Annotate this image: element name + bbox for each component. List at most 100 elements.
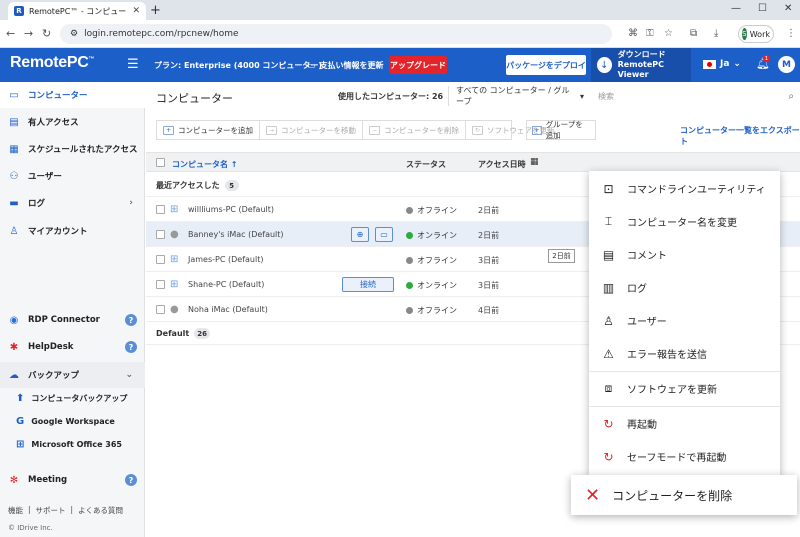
menu-item-command-line[interactable]: ⊡ コマンドラインユーティリティ bbox=[589, 172, 780, 205]
row-checkbox[interactable] bbox=[156, 230, 165, 239]
row-checkbox[interactable] bbox=[156, 255, 165, 264]
deploy-package-button[interactable]: パッケージをデプロイ bbox=[506, 55, 586, 75]
row-checkbox[interactable] bbox=[156, 280, 165, 289]
update-payment-link[interactable]: ▭ 支払い情報を更新 bbox=[308, 60, 384, 71]
remotepc-logo[interactable]: RemotePC™ bbox=[10, 54, 95, 72]
menu-item-label: セーフモードで再起動 bbox=[627, 453, 727, 464]
menu-item-label: ユーザー bbox=[627, 317, 667, 328]
menu-item-comment[interactable]: ▤ コメント bbox=[589, 238, 780, 271]
notification-bell-icon[interactable]: 🔔︎ 1 bbox=[756, 55, 770, 70]
status-cell: オフライン bbox=[406, 305, 457, 316]
backup-upload-icon: ⬆ bbox=[16, 392, 25, 404]
language-label: Ja bbox=[720, 59, 730, 69]
app-header: RemotePC™ ☰ プラン: Enterprise (4000 コンピュータ… bbox=[0, 48, 800, 82]
sidebar-item-rdp[interactable]: ◉ RDP Connector ? bbox=[0, 307, 145, 333]
row-checkbox[interactable] bbox=[156, 305, 165, 314]
add-computer-button[interactable]: + コンピューターを追加 bbox=[157, 121, 260, 139]
web-access-icon[interactable]: ⊕ bbox=[351, 227, 369, 242]
language-selector[interactable]: Ja ⌄ bbox=[703, 59, 741, 69]
sidebar-item-label: ユーザー bbox=[28, 172, 62, 182]
extensions-icon[interactable]: ⧉ bbox=[690, 28, 697, 39]
group-filter-dropdown[interactable]: すべての コンピューター / グループ ▾ bbox=[448, 86, 584, 106]
back-icon[interactable]: ← bbox=[6, 27, 15, 40]
new-tab-icon[interactable]: + bbox=[150, 3, 161, 18]
card-icon: ▭ bbox=[308, 61, 316, 70]
sidebar-item-attended[interactable]: ▤ 有人アクセス bbox=[0, 109, 145, 135]
footer-link[interactable]: 機能 bbox=[8, 505, 23, 516]
computer-name: Banney's iMac (Default) bbox=[188, 230, 284, 239]
user-avatar[interactable]: M bbox=[778, 56, 795, 73]
delete-computer-button[interactable]: − コンピューターを削除 bbox=[363, 121, 466, 139]
add-group-button[interactable]: + グループを追加 bbox=[526, 120, 596, 140]
footer-link[interactable]: サポート bbox=[36, 505, 66, 516]
online-dot bbox=[406, 282, 413, 289]
menu-item-log[interactable]: ▥ ログ bbox=[589, 271, 780, 304]
sidebar-item-logs[interactable]: ▬ ログ › bbox=[0, 190, 145, 216]
menu-item-label: ソフトウェアを更新 bbox=[627, 385, 717, 396]
maximize-icon[interactable]: ☐ bbox=[758, 3, 767, 14]
menu-item-restart[interactable]: ↻ 再起動 bbox=[589, 407, 780, 440]
translate-icon[interactable]: ⌘ bbox=[628, 28, 638, 39]
column-name-header[interactable]: コンピュータ名 ↑ bbox=[172, 159, 238, 170]
sidebar-subitem-office365[interactable]: ⊞ Microsoft Office 365 bbox=[0, 433, 145, 455]
key-icon[interactable]: ⚿ bbox=[646, 28, 654, 39]
used-computers-label: 使用したコンピューター: 26 bbox=[338, 92, 444, 101]
menu-item-send-error[interactable]: ⚠ エラー報告を送信 bbox=[589, 337, 780, 370]
window-close-icon[interactable]: ✕ bbox=[784, 3, 792, 14]
help-icon[interactable]: ? bbox=[125, 341, 137, 353]
column-access-header[interactable]: アクセス日時 bbox=[478, 159, 526, 170]
menu-item-safe-mode-restart[interactable]: ↻ セーフモードで再起動 bbox=[589, 440, 780, 473]
connect-button[interactable]: 接続 bbox=[342, 277, 394, 292]
connect-monitor-icon[interactable]: ▭ bbox=[375, 227, 393, 242]
browser-menu-icon[interactable]: ⋮ bbox=[786, 28, 796, 39]
url-field[interactable]: ⚙ login.remotepc.com/rpcnew/home bbox=[60, 24, 612, 44]
minimize-icon[interactable]: — bbox=[731, 3, 741, 14]
sidebar-item-backup[interactable]: ☁ バックアップ ⌄ bbox=[0, 362, 145, 388]
access-time: 4日前 bbox=[478, 306, 500, 315]
calendar-icon[interactable]: ▦ bbox=[530, 157, 539, 167]
help-icon[interactable]: ? bbox=[125, 314, 137, 326]
sidebar-item-scheduled[interactable]: ▦ スケジュールされたアクセス bbox=[0, 136, 145, 162]
sidebar-subitem-google[interactable]: G Google Workspace bbox=[0, 410, 145, 432]
sidebar-subitem-computer-backup[interactable]: ⬆ コンピュータバックアップ bbox=[0, 387, 145, 409]
site-info-icon[interactable]: ⚙ bbox=[70, 29, 78, 39]
row-checkbox[interactable] bbox=[156, 205, 165, 214]
column-status-header: ステータス bbox=[406, 160, 446, 169]
upgrade-button[interactable]: アップグレード bbox=[389, 56, 447, 74]
help-icon[interactable]: ? bbox=[125, 474, 137, 486]
forward-icon[interactable]: → bbox=[24, 27, 33, 40]
menu-item-users[interactable]: ♙ ユーザー bbox=[589, 304, 780, 337]
hamburger-menu-icon[interactable]: ☰ bbox=[127, 57, 139, 72]
copyright: © IDrive Inc. bbox=[8, 524, 53, 532]
sidebar-item-meeting[interactable]: ✻ Meeting ? bbox=[0, 467, 145, 493]
move-computer-button[interactable]: → コンピューターを移動 bbox=[260, 121, 363, 139]
sidebar-item-account[interactable]: ♙ マイアカウント bbox=[0, 218, 145, 244]
browser-tabbar: R RemotePC™ - コンピューター ✕ + — ☐ ✕ bbox=[0, 0, 800, 20]
group-count-badge: 5 bbox=[224, 180, 239, 191]
tab-close-icon[interactable]: ✕ bbox=[132, 6, 140, 16]
star-icon[interactable]: ☆ bbox=[664, 28, 673, 39]
export-list-link[interactable]: コンピューター一覧をエクスポート bbox=[680, 125, 800, 147]
menu-item-rename[interactable]: ⌶ コンピューター名を変更 bbox=[589, 205, 780, 238]
sidebar-item-helpdesk[interactable]: ✱ HelpDesk ? bbox=[0, 334, 145, 360]
computer-toolbar: + コンピューターを追加 → コンピューターを移動 − コンピューターを削除 ↻… bbox=[156, 120, 555, 140]
profile-button[interactable]: S Work bbox=[738, 25, 774, 43]
menu-item-update-software[interactable]: ⧈ ソフトウェアを更新 bbox=[589, 372, 780, 405]
search-icon[interactable]: ⌕ bbox=[788, 91, 794, 102]
sidebar-item-computers[interactable]: ▭ コンピューター bbox=[0, 82, 145, 108]
download-viewer-button[interactable]: ↓ ダウンロード RemotePC Viewer bbox=[591, 48, 691, 82]
menu-item-delete-computer[interactable]: ✕ コンピューターを削除 bbox=[571, 475, 797, 515]
add-group-label: グループを追加 bbox=[545, 120, 583, 140]
footer-link[interactable]: よくある質問 bbox=[78, 505, 123, 516]
download-icon[interactable]: ⤓ bbox=[714, 28, 718, 39]
computer-name: willliums-PC (Default) bbox=[188, 205, 274, 214]
reload-icon[interactable]: ↻ bbox=[42, 27, 51, 40]
search-input[interactable]: 検索 ⌕ bbox=[592, 86, 798, 106]
browser-tab[interactable]: R RemotePC™ - コンピューター ✕ bbox=[8, 2, 146, 20]
sidebar-item-users[interactable]: ⚇ ユーザー bbox=[0, 163, 145, 189]
cloud-icon: ☁ bbox=[9, 369, 19, 381]
status-cell: オフライン bbox=[406, 255, 457, 266]
delete-label: コンピューターを削除 bbox=[612, 488, 733, 503]
status-cell: オンライン bbox=[406, 280, 457, 291]
select-all-checkbox[interactable] bbox=[156, 158, 165, 167]
